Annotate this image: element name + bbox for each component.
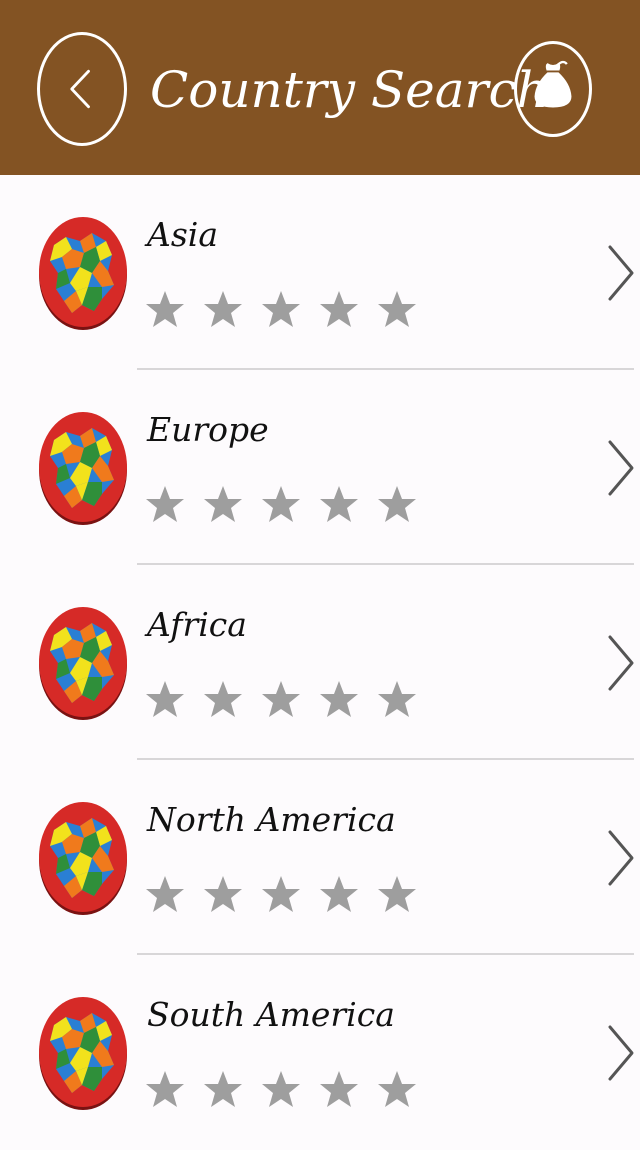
- star-icon: [146, 1071, 184, 1107]
- chevron-right-icon: [608, 245, 634, 301]
- star-icon: [378, 486, 416, 522]
- chevron-right-icon: [608, 635, 634, 691]
- list-item[interactable]: Africa: [0, 565, 640, 760]
- chevron-right-icon: [608, 830, 634, 886]
- map-icon: [39, 217, 127, 330]
- star-icon: [146, 876, 184, 912]
- page-title: Country Search: [150, 61, 549, 119]
- continent-name: South America: [147, 995, 395, 1034]
- star-icon: [262, 291, 300, 327]
- chevron-left-icon: [70, 69, 90, 109]
- chevron-right-icon: [608, 440, 634, 496]
- star-icon: [320, 876, 358, 912]
- star-icon: [378, 291, 416, 327]
- map-icon: [39, 412, 127, 525]
- star-icon: [204, 1071, 242, 1107]
- star-icon: [204, 876, 242, 912]
- star-icon: [146, 486, 184, 522]
- star-icon: [378, 681, 416, 717]
- star-icon: [262, 876, 300, 912]
- continent-name: Africa: [147, 605, 247, 644]
- money-bag-icon: [534, 60, 572, 108]
- star-icon: [320, 486, 358, 522]
- money-bag-button[interactable]: [514, 41, 592, 137]
- continent-name: Asia: [147, 215, 218, 254]
- continent-name: North America: [147, 800, 396, 839]
- chevron-right-icon: [608, 1025, 634, 1081]
- list-item[interactable]: Asia: [0, 175, 640, 370]
- star-icon: [262, 486, 300, 522]
- star-icon: [204, 291, 242, 327]
- star-icon: [320, 291, 358, 327]
- list-item[interactable]: North America: [0, 760, 640, 955]
- map-icon: [39, 802, 127, 915]
- continent-list: Asia Europe Africa North America South Ameri…: [0, 175, 640, 1150]
- star-icon: [146, 681, 184, 717]
- star-icon: [262, 681, 300, 717]
- star-icon: [378, 876, 416, 912]
- list-item[interactable]: Europe: [0, 370, 640, 565]
- header-bar: Country Search: [0, 0, 640, 175]
- star-icon: [320, 681, 358, 717]
- star-icon: [204, 486, 242, 522]
- map-icon: [39, 997, 127, 1110]
- star-icon: [204, 681, 242, 717]
- star-icon: [146, 291, 184, 327]
- star-icon: [320, 1071, 358, 1107]
- continent-name: Europe: [147, 410, 269, 449]
- list-item[interactable]: South America: [0, 955, 640, 1150]
- back-button[interactable]: [37, 32, 127, 146]
- map-icon: [39, 607, 127, 720]
- star-icon: [378, 1071, 416, 1107]
- star-icon: [262, 1071, 300, 1107]
